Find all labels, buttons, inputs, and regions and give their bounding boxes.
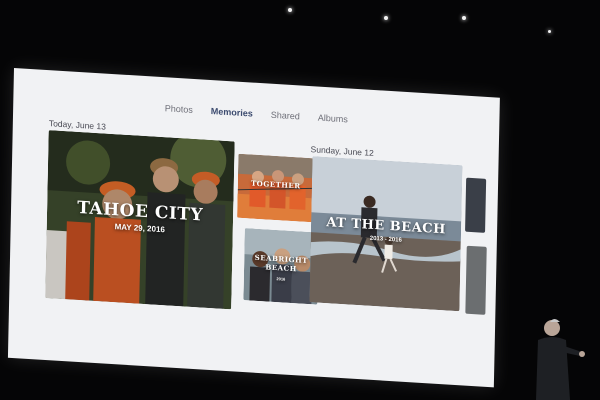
- tv-screen: Photos Memories Shared Albums Today, Jun…: [7, 68, 500, 388]
- presenter-figure: [536, 319, 585, 400]
- ceiling-light: [384, 16, 388, 20]
- tab-albums[interactable]: Albums: [318, 113, 348, 135]
- tab-memories[interactable]: Memories: [210, 106, 253, 129]
- memory-card-together[interactable]: TOGETHER: [237, 153, 315, 223]
- ceiling-light: [462, 16, 466, 20]
- section-date-today: Today, June 13: [48, 118, 107, 132]
- tab-shared[interactable]: Shared: [270, 110, 300, 132]
- ceiling-light: [548, 30, 551, 33]
- memory-card-tahoe-city[interactable]: TAHOE CITY MAY 29, 2016: [45, 130, 235, 310]
- tab-photos[interactable]: Photos: [164, 103, 193, 125]
- memory-card-at-the-beach[interactable]: AT THE BEACH 2013 - 2016: [309, 156, 463, 312]
- ceiling-light: [288, 8, 292, 12]
- memory-card-partial[interactable]: [465, 245, 487, 315]
- memory-card-seabright-beach[interactable]: SEABRIGHT BEACH 2016: [243, 228, 319, 305]
- memory-card-partial[interactable]: [465, 177, 487, 233]
